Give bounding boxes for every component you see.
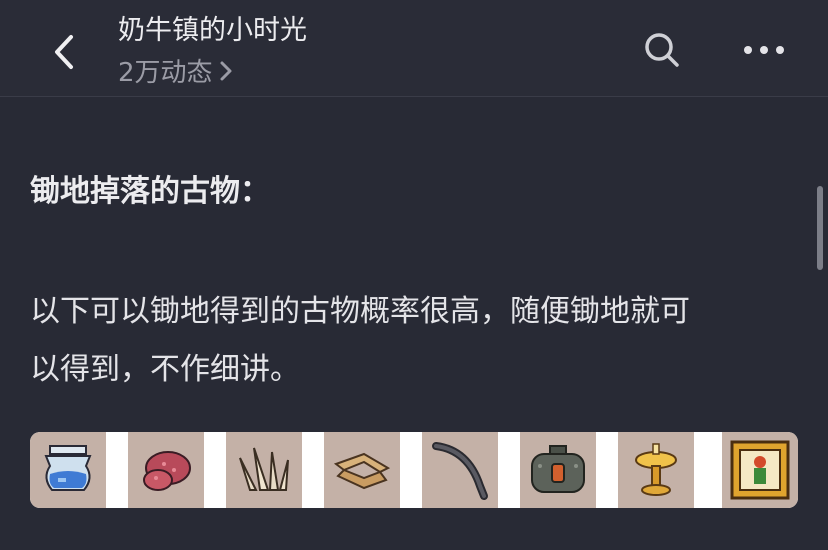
paragraph-line-1: 以下可以锄地得到的古物概率很高，随便锄地就可	[30, 294, 690, 329]
framed-portrait-artifact-icon	[730, 440, 790, 500]
artifact-tile	[722, 432, 798, 508]
chevron-right-icon	[220, 61, 232, 80]
artifact-tile	[618, 432, 694, 508]
red-ore-artifact-icon	[143, 451, 191, 491]
search-icon	[645, 33, 679, 67]
chevron-left-icon	[55, 35, 73, 69]
activity-count-label: 2万动态	[118, 58, 213, 88]
golden-lamp-artifact-icon	[635, 443, 677, 496]
artifact-tile	[520, 432, 596, 508]
more-dots-icon	[744, 46, 784, 54]
boomerang-artifact-icon	[333, 452, 391, 490]
artifact-tile	[128, 432, 204, 508]
activity-count-link[interactable]: 2万动态	[118, 52, 233, 89]
section-heading: 锄地掉落的古物：	[30, 174, 270, 209]
more-button[interactable]	[742, 36, 786, 64]
page-title[interactable]: 奶牛镇的小时光	[118, 8, 307, 47]
artifact-tile	[422, 432, 498, 508]
artifact-image-strip[interactable]	[30, 432, 798, 508]
scrollbar-thumb[interactable]	[817, 186, 823, 270]
top-navigation-bar: 奶牛镇的小时光 2万动态	[0, 0, 828, 97]
back-button[interactable]	[44, 28, 84, 76]
paragraph-line-2: 以得到，不作细讲。	[30, 352, 300, 387]
artifact-tile	[324, 432, 400, 508]
metal-pot-artifact-icon	[531, 445, 585, 493]
artifact-tile	[226, 432, 302, 508]
glass-vase-artifact-icon	[44, 445, 92, 491]
curved-bow-artifact-icon	[432, 442, 488, 500]
artifact-tile	[30, 432, 106, 508]
bone-claws-artifact-icon	[239, 447, 289, 491]
post-paragraph: 以下可以锄地得到的古物概率很高，随便锄地就可 以得到，不作细讲。	[30, 283, 790, 399]
search-button[interactable]	[642, 30, 682, 70]
